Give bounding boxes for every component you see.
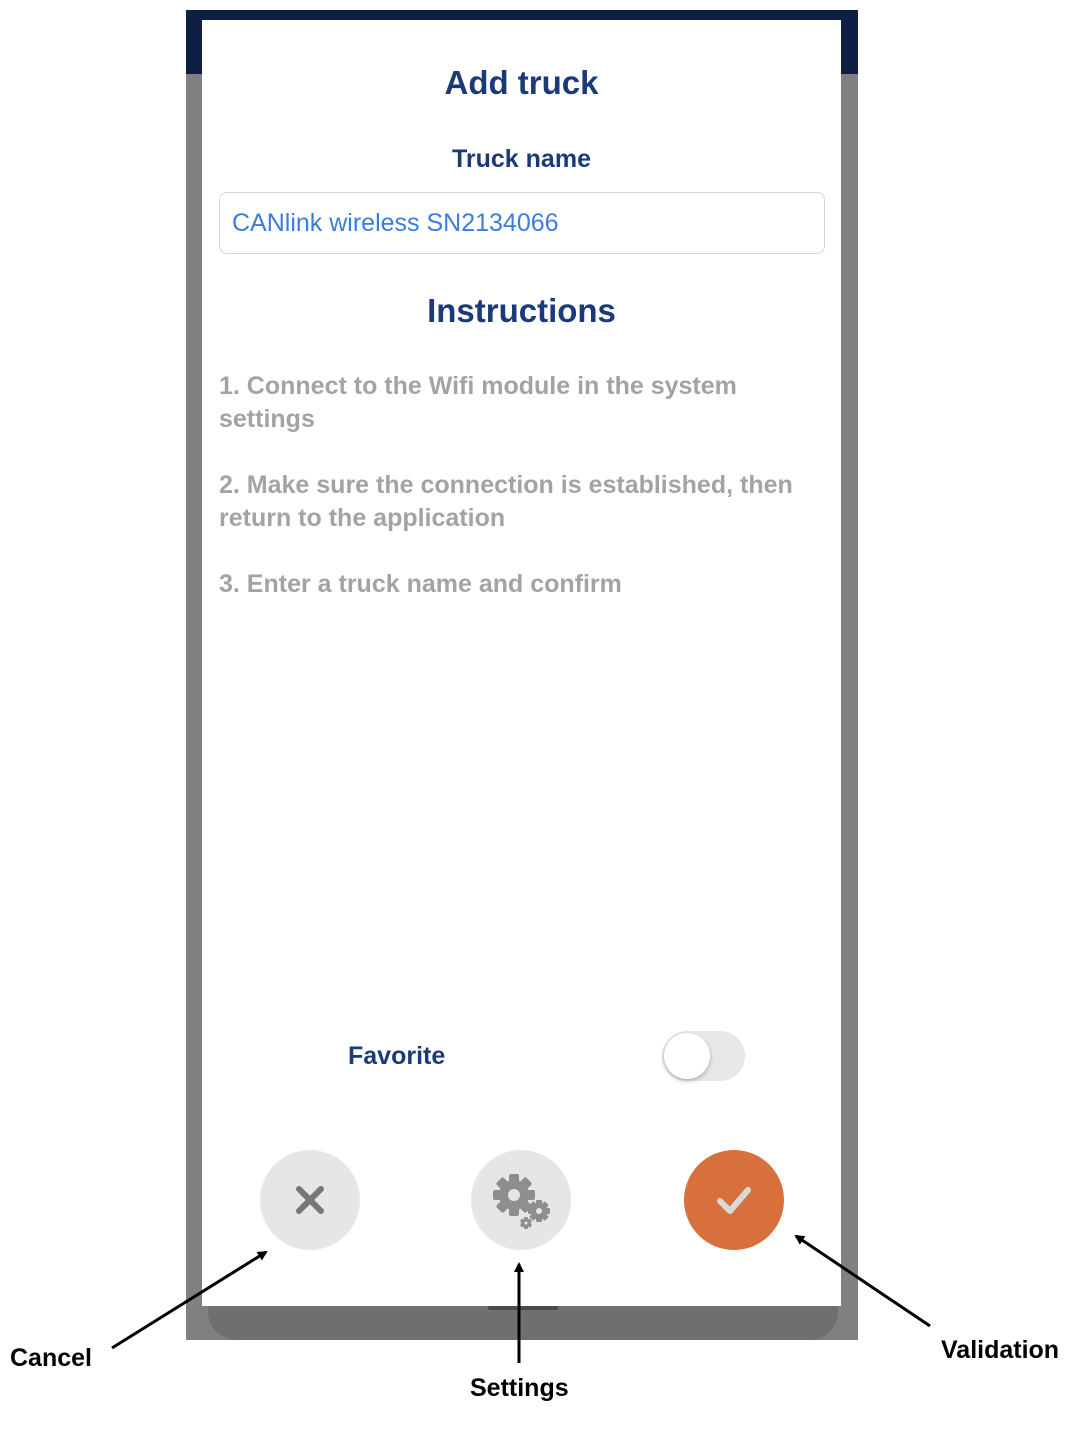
annotation-arrows	[111, 1234, 931, 1363]
cancel-annotation-label: Cancel	[10, 1344, 92, 1372]
cancel-arrow	[111, 1250, 268, 1350]
validation-arrow	[794, 1234, 931, 1328]
validation-annotation-label: Validation	[941, 1336, 1060, 1364]
settings-annotation-label: Settings	[470, 1374, 569, 1402]
annotated-screenshot: Add truck Truck name Instructions 1. Con…	[0, 0, 1081, 1441]
